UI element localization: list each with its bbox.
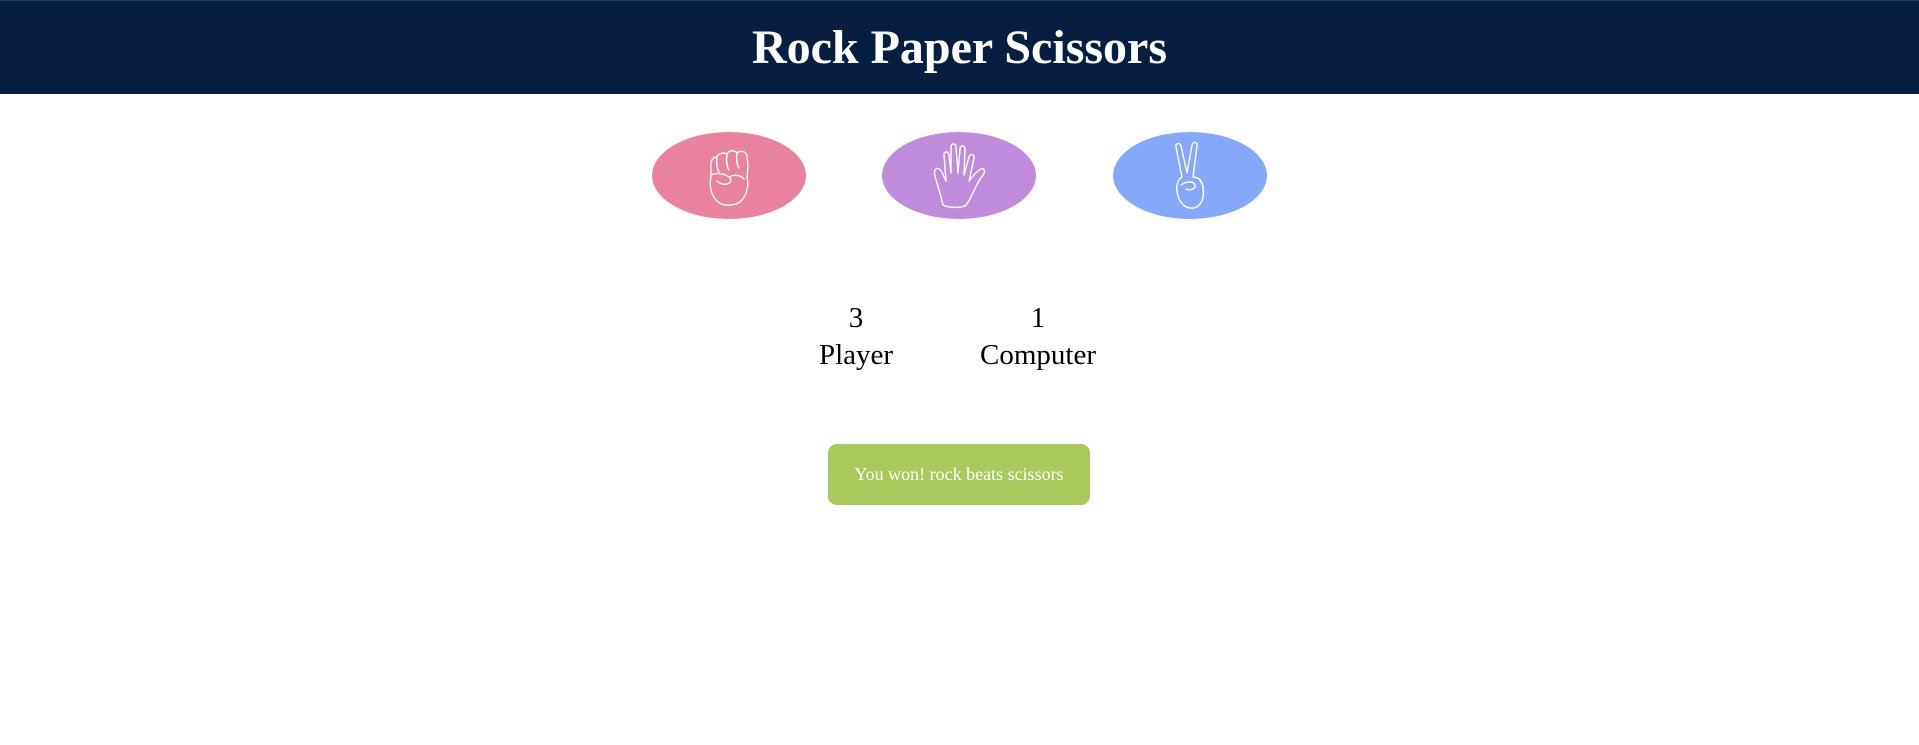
scissors-button[interactable] [1113,132,1267,219]
paper-button[interactable] [882,132,1036,219]
player-score-value: 3 [848,302,864,334]
fist-icon [709,149,749,206]
choice-row [0,132,1919,220]
computer-score-label: Computer [980,339,1096,371]
open-hand-icon [933,142,986,208]
player-score-label: Player [818,339,894,371]
result-message: You won! rock beats scissors [828,444,1090,505]
computer-score: 1 Computer [968,300,1108,374]
player-score: 3 Player [806,300,906,374]
computer-score-value: 1 [1030,302,1046,334]
page-title: Rock Paper Scissors [751,21,1168,74]
peace-hand-icon [1175,141,1205,209]
rock-button[interactable] [652,132,806,219]
header-bar: Rock Paper Scissors [0,0,1919,94]
